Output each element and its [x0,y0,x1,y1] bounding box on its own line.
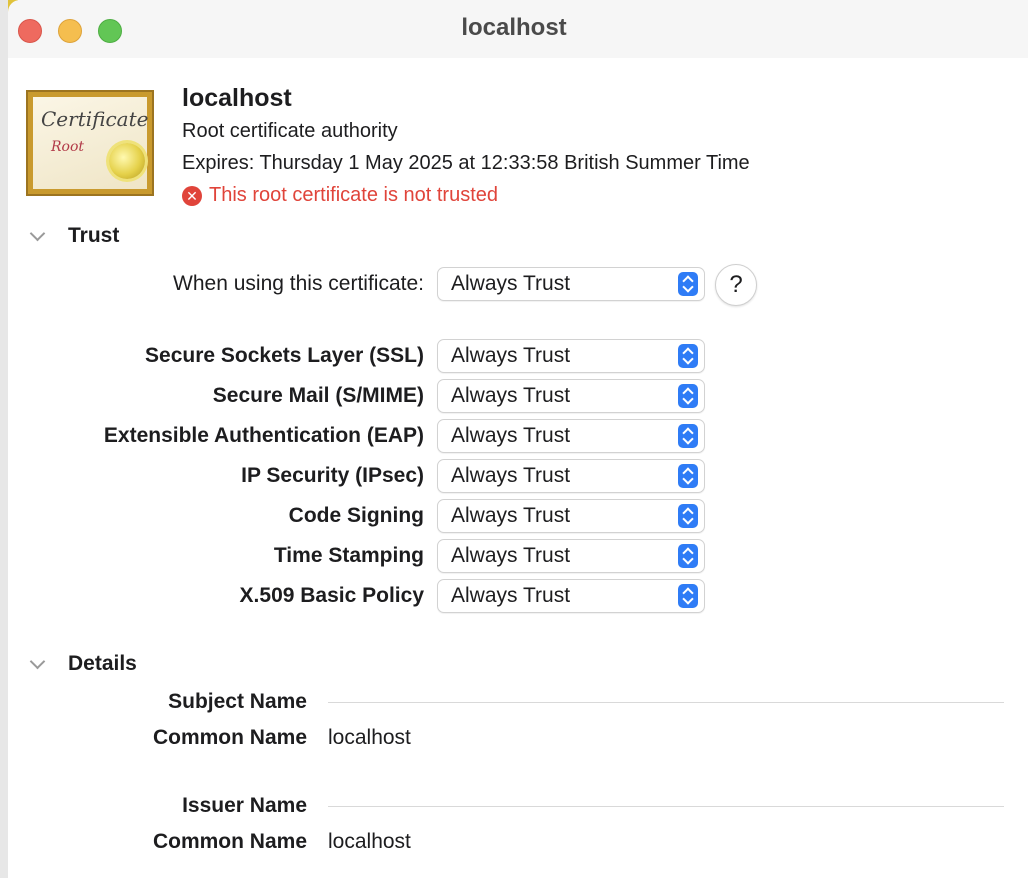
policy-label-smime: Secure Mail (S/MIME) [212,384,424,407]
policy-value-ssl: Always Trust [451,344,571,367]
popup-arrows-icon [678,344,698,368]
details-section-title: Details [68,652,137,675]
background-window-edge [0,0,8,878]
issuer-divider [328,806,1004,807]
issuer-common-name-value: localhost [328,830,411,853]
subject-common-name-value: localhost [328,726,411,749]
certificate-expiry: Expires: Thursday 1 May 2025 at 12:33:58… [182,152,750,174]
window-title: localhost [461,14,567,41]
issuer-name-heading: Issuer Name [182,794,307,817]
policy-popup-code-signing[interactable]: Always Trust [437,499,705,533]
trust-warning-text: This root certificate is not trusted [209,184,499,206]
certificate-window: localhost localhost Certificate Root loc… [0,0,1028,878]
policy-value-time-stamping: Always Trust [451,544,571,567]
popup-arrows-icon [678,544,698,568]
policy-popup-smime[interactable]: Always Trust [437,379,705,413]
policy-label-ipsec: IP Security (IPsec) [241,464,424,487]
popup-arrows-icon [678,504,698,528]
popup-arrows-icon [678,424,698,448]
seal-icon [109,143,145,179]
chevron-down-icon[interactable] [28,654,48,674]
policy-value-code-signing: Always Trust [451,504,571,527]
trust-section-title: Trust [68,224,120,247]
certificate-kind: Root certificate authority [182,120,398,142]
subject-name-heading: Subject Name [168,690,307,713]
policy-popup-ssl[interactable]: Always Trust [437,339,705,373]
certificate-icon: Certificate Root [26,90,154,196]
popup-arrows-icon [678,464,698,488]
policy-label-ssl: Secure Sockets Layer (SSL) [145,344,424,367]
certificate-icon-word: Certificate [41,107,149,131]
popup-arrows-icon [678,384,698,408]
policy-popup-time-stamping[interactable]: Always Trust [437,539,705,573]
subject-divider [328,702,1004,703]
trust-warning: ✕ This root certificate is not trusted [182,184,498,207]
popup-arrows-icon [678,272,698,296]
error-icon: ✕ [182,185,202,206]
policy-label-eap: Extensible Authentication (EAP) [103,424,424,447]
policy-value-x509: Always Trust [451,584,571,607]
policy-label-x509: X.509 Basic Policy [239,584,424,607]
policy-popup-x509[interactable]: Always Trust [437,579,705,613]
chevron-down-icon[interactable] [28,226,48,246]
when-using-label: When using this certificate: [173,272,424,295]
policy-label-code-signing: Code Signing [288,504,424,527]
policy-value-smime: Always Trust [451,384,571,407]
policy-value-eap: Always Trust [451,424,571,447]
trust-section-header[interactable]: Trust [28,224,119,248]
when-using-value: Always Trust [451,272,571,295]
certificate-icon-sub: Root [51,139,85,155]
certificate-name: localhost [182,84,292,112]
policy-label-time-stamping: Time Stamping [273,544,424,567]
policy-popup-ipsec[interactable]: Always Trust [437,459,705,493]
when-using-popup[interactable]: Always Trust [437,267,705,301]
issuer-common-name-label: Common Name [152,830,307,853]
help-button[interactable]: ? [715,264,757,306]
certificate-icon-paper: Certificate Root [33,97,149,189]
popup-arrows-icon [678,584,698,608]
policy-popup-eap[interactable]: Always Trust [437,419,705,453]
policy-value-ipsec: Always Trust [451,464,571,487]
subject-common-name-label: Common Name [152,726,307,749]
details-section-header[interactable]: Details [28,652,137,676]
